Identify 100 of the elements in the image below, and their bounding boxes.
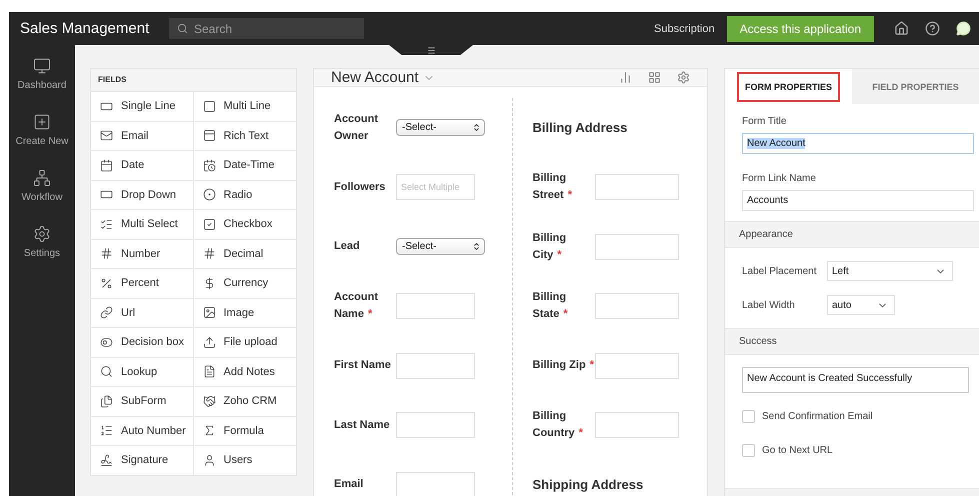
link-icon: [100, 306, 113, 320]
chat-icon[interactable]: [956, 21, 971, 36]
field-type-item[interactable]: Image: [194, 298, 296, 327]
settings-icon[interactable]: [677, 71, 690, 84]
plus-square-icon: [33, 113, 51, 131]
field-type-item[interactable]: Date: [91, 150, 194, 180]
checkbox-label: Send Confirmation Email: [762, 410, 873, 422]
input-field[interactable]: [594, 352, 678, 379]
field-type-item[interactable]: SubForm: [91, 386, 194, 416]
field-type-item[interactable]: Email: [91, 120, 194, 150]
required-mark: *: [590, 359, 594, 372]
field-type-item[interactable]: Add Notes: [194, 356, 296, 386]
field-type-item[interactable]: Currency: [194, 268, 296, 298]
envelope-icon: [100, 129, 113, 142]
bar-chart-icon[interactable]: [619, 71, 632, 84]
field-label: First Name: [334, 358, 392, 374]
field-type-item[interactable]: Users: [194, 445, 296, 474]
select-dropdown[interactable]: -Select-: [396, 238, 485, 256]
field-label: Lead: [334, 239, 361, 254]
input-field[interactable]: [594, 234, 678, 260]
field-type-item[interactable]: Decimal: [194, 238, 296, 268]
hash-icon: [100, 247, 113, 260]
input-field[interactable]: [594, 293, 678, 320]
input-field[interactable]: [396, 293, 475, 320]
input-field[interactable]: [594, 174, 678, 200]
sidebar-item[interactable]: Dashboard: [18, 57, 66, 91]
select-dropdown[interactable]: auto: [827, 295, 895, 315]
field-type-item[interactable]: Signature: [91, 445, 194, 474]
field-type-item[interactable]: Drop Down: [91, 180, 194, 209]
files-icon: [100, 394, 113, 408]
field-type-item[interactable]: Rich Text: [194, 120, 296, 150]
input-field[interactable]: [594, 412, 678, 438]
subscription-link[interactable]: Subscription: [654, 22, 715, 34]
select-dropdown[interactable]: -Select-: [396, 119, 485, 136]
input-field[interactable]: [396, 412, 475, 438]
upload-icon: [202, 336, 216, 349]
field-type-item[interactable]: Multi Select: [91, 209, 194, 238]
field-label: Label Placement: [742, 266, 818, 276]
home-icon[interactable]: [894, 21, 909, 36]
select-dropdown[interactable]: Left: [827, 261, 953, 281]
field-type-item[interactable]: Url: [91, 298, 194, 327]
required-mark: *: [563, 308, 568, 320]
square-icon: [202, 100, 216, 113]
checkbox[interactable]: [742, 444, 755, 456]
search-icon: [177, 23, 188, 34]
radio-icon: [202, 188, 216, 202]
field-type-item[interactable]: Single Line: [91, 91, 194, 120]
required-mark: *: [578, 427, 583, 440]
percent-icon: [100, 276, 113, 290]
image-icon: [202, 306, 216, 320]
hierarchy-icon: [33, 169, 51, 187]
sidebar-item[interactable]: Workflow: [22, 169, 62, 203]
form-title-field[interactable]: New Account: [742, 133, 974, 154]
field-type-item[interactable]: Date-Time: [194, 150, 296, 180]
search-field[interactable]: Search: [169, 18, 364, 39]
sidebar-item[interactable]: Settings: [24, 225, 60, 259]
field-type-item[interactable]: File upload: [194, 327, 296, 356]
field-label: Last Name: [334, 418, 391, 433]
required-mark: *: [557, 248, 562, 261]
field-type-item[interactable]: Formula: [194, 416, 296, 445]
list-icon: [100, 218, 113, 231]
panel-heading: FIELDS: [91, 69, 296, 91]
properties-tab[interactable]: FIELD PROPERTIES: [852, 69, 979, 104]
field-type-item[interactable]: Decision box: [91, 327, 194, 356]
grid-icon[interactable]: [648, 71, 661, 84]
field-label: Billing State *: [532, 290, 569, 322]
section-heading: Billing Address: [532, 120, 628, 136]
field-type-item[interactable]: Zoho CRM: [194, 386, 296, 416]
field-type-item[interactable]: Radio: [194, 180, 296, 209]
message-textarea[interactable]: New Account is Created Successfully: [742, 367, 969, 393]
field-type-item[interactable]: Multi Line: [194, 91, 296, 120]
form-title: New Account: [331, 69, 419, 86]
calendar-icon: [100, 158, 113, 172]
settings-icon: [32, 225, 51, 243]
checkbox-label: Go to Next URL: [762, 444, 833, 456]
field-label: Billing Street *: [532, 171, 573, 204]
user-icon: [202, 454, 216, 467]
input-field[interactable]: [396, 472, 475, 496]
field-type-item[interactable]: Checkbox: [194, 209, 296, 238]
field-type-item[interactable]: Number: [91, 238, 194, 268]
section-header: Success: [725, 328, 979, 355]
field-type-item[interactable]: Percent: [91, 268, 194, 298]
required-mark: *: [568, 189, 572, 202]
field-label: Label Width: [742, 300, 796, 310]
panel-icon: [202, 129, 216, 142]
sidebar-item[interactable]: Create New: [16, 113, 68, 147]
app-title: Sales Management: [19, 20, 150, 37]
stepper-icon: [472, 123, 481, 132]
field-label: Account Owner: [334, 112, 379, 144]
input-field[interactable]: [396, 352, 475, 379]
required-mark: *: [368, 308, 372, 320]
help-icon[interactable]: [925, 21, 940, 36]
field-type-item[interactable]: Auto Number: [91, 416, 194, 445]
field-label: Billing City *: [532, 230, 568, 263]
monitor-icon: [32, 57, 51, 75]
checkbox[interactable]: [742, 410, 755, 422]
document-icon: [202, 365, 216, 378]
field-type-item[interactable]: Lookup: [91, 356, 194, 386]
calendar-clock-icon: [202, 158, 216, 172]
link-name-field[interactable]: Accounts: [742, 190, 974, 211]
